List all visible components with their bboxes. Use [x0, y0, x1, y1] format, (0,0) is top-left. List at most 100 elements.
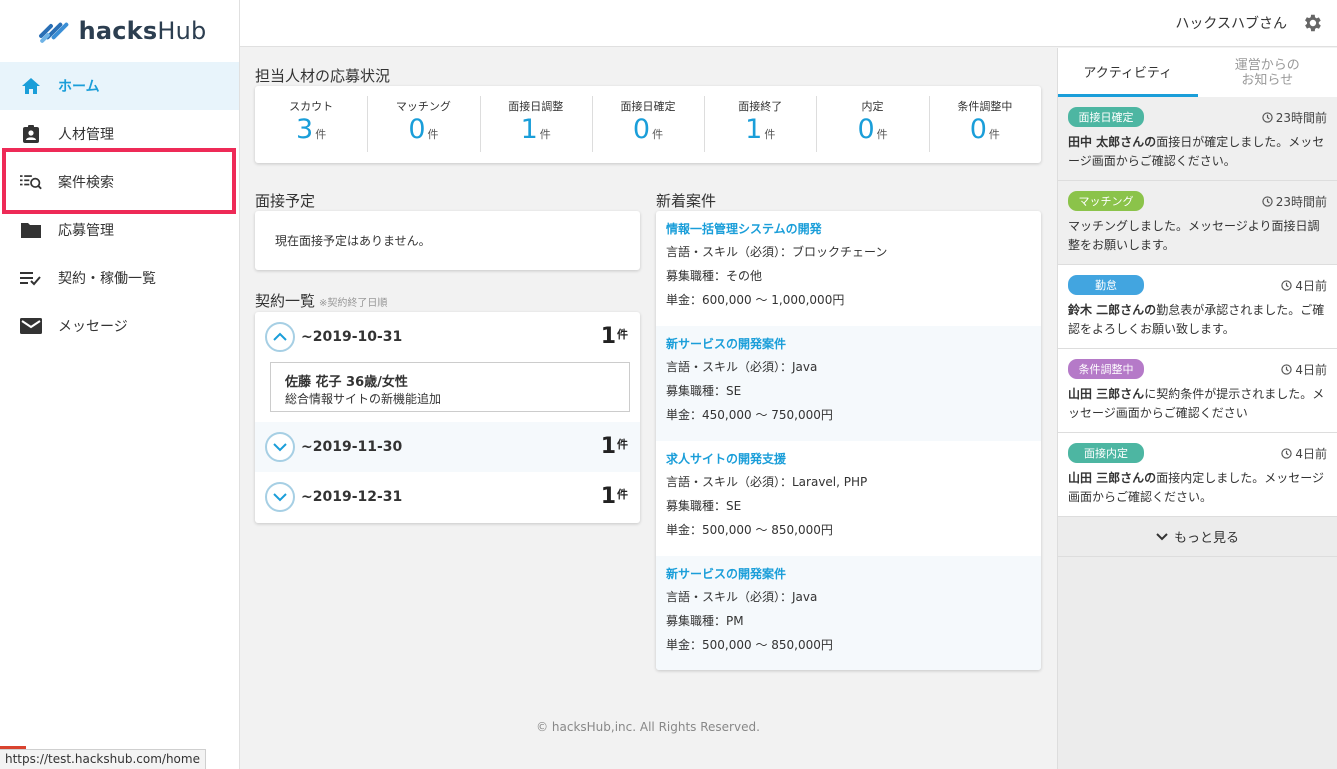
- clock-icon: [1281, 448, 1293, 459]
- status-interview-adjusting[interactable]: 面接日調整 1件: [479, 86, 592, 163]
- home-icon: [20, 75, 42, 97]
- new-cases-section-title: 新着案件: [656, 192, 717, 210]
- case-role: 募集職種：SE: [666, 384, 742, 398]
- contract-count: 1件: [600, 324, 628, 349]
- contract-project: 総合情報サイトの新機能追加: [285, 392, 442, 406]
- status-badge: 面接日確定: [1068, 107, 1144, 127]
- contract-person: 佐藤 花子 36歳/女性: [285, 375, 408, 390]
- activity-text: 田中 太郎さんの面接日が確定しました。メッセージ画面からご確認ください。: [1068, 135, 1325, 168]
- status-matching[interactable]: マッチング 0件: [367, 86, 479, 163]
- chevron-down-icon: [1156, 532, 1168, 540]
- tab-activity[interactable]: アクティビティ: [1058, 48, 1198, 97]
- chevron-down-icon[interactable]: [265, 432, 295, 462]
- case-item[interactable]: 新サービスの開発案件 言語・スキル（必須）：Java 募集職種：SE 単金：45…: [656, 326, 1041, 441]
- mail-icon: [20, 315, 42, 337]
- show-more-button[interactable]: もっと見る: [1058, 517, 1337, 557]
- case-title[interactable]: 新サービスの開発案件: [666, 335, 1031, 352]
- case-skill: 言語・スキル（必須）：Java: [666, 360, 818, 374]
- case-item[interactable]: 情報一括管理システムの開発 言語・スキル（必須）：ブロックチェーン 募集職種：そ…: [656, 211, 1041, 326]
- clock-icon: [1281, 364, 1293, 375]
- status-negotiating[interactable]: 条件調整中 0件: [928, 86, 1041, 163]
- sidebar-item-home[interactable]: ホーム: [0, 62, 239, 110]
- activity-text: マッチングしました。メッセージより面接日調整をお願いします。: [1068, 219, 1320, 252]
- contract-count: 1件: [600, 484, 628, 509]
- contract-date: ~2019-12-31: [301, 489, 403, 505]
- clock-icon: [1262, 112, 1273, 123]
- activity-item[interactable]: 勤怠 4日前 鈴木 二郎さんの勤怠表が承認されました。ご確認をよろしくお願い致し…: [1058, 265, 1337, 349]
- activity-item[interactable]: 条件調整中 4日前 山田 三郎さんに契約条件が提示されました。メッセージ画面から…: [1058, 349, 1337, 433]
- main-content: 担当人材の応募状況 スカウト 3件 マッチング 0件 面接日調整 1件 面接日確…: [240, 48, 1056, 769]
- list-check-icon: [20, 267, 42, 289]
- activity-panel: アクティビティ 運営からの お知らせ 面接日確定 23時間前 田中 太郎さんの面接…: [1057, 48, 1337, 769]
- contract-date: ~2019-11-30: [301, 439, 403, 455]
- sidebar-item-messages[interactable]: メッセージ: [0, 302, 239, 350]
- activity-text: 山田 三郎さんの面接内定しました。メッセージ画面からご確認ください。: [1068, 471, 1324, 504]
- contract-date: ~2019-10-31: [301, 329, 403, 345]
- contracts-card: ~2019-10-31 1件 佐藤 花子 36歳/女性 総合情報サイトの新機能追…: [255, 312, 640, 523]
- case-title[interactable]: 情報一括管理システムの開発: [666, 220, 1031, 237]
- contract-row[interactable]: ~2019-12-31 1件: [255, 472, 640, 522]
- case-price: 単金：500,000 ～ 850,000円: [666, 523, 833, 537]
- sidebar: hacksHub ホーム 人材管理 案件検索 応募管理 契約・稼働一覧 メッセー…: [0, 0, 240, 769]
- case-skill: 言語・スキル（必須）：Java: [666, 590, 818, 604]
- sidebar-item-contracts[interactable]: 契約・稼働一覧: [0, 254, 239, 302]
- logo[interactable]: hacksHub: [0, 0, 239, 62]
- activity-time: 4日前: [1281, 445, 1327, 462]
- sidebar-item-applications[interactable]: 応募管理: [0, 206, 239, 254]
- logo-text: hacksHub: [78, 17, 207, 45]
- activity-item[interactable]: 面接内定 4日前 山田 三郎さんの面接内定しました。メッセージ画面からご確認くだ…: [1058, 433, 1337, 517]
- status-interview-done[interactable]: 面接終了 1件: [704, 86, 816, 163]
- header: ハックスハブさん: [240, 0, 1337, 47]
- activity-item[interactable]: 面接日確定 23時間前 田中 太郎さんの面接日が確定しました。メッセージ画面から…: [1058, 97, 1337, 181]
- badge-person-icon: [20, 123, 42, 145]
- interview-section-title: 面接予定: [255, 192, 316, 210]
- status-badge: 面接内定: [1068, 443, 1144, 463]
- interview-card: 現在面接予定はありません。: [255, 211, 640, 270]
- chevron-down-icon[interactable]: [265, 482, 295, 512]
- footer-copyright: © hacksHub,inc. All Rights Reserved.: [536, 720, 760, 734]
- new-cases-card: 情報一括管理システムの開発 言語・スキル（必須）：ブロックチェーン 募集職種：そ…: [656, 211, 1041, 670]
- sidebar-item-label: 応募管理: [58, 223, 114, 239]
- contract-count: 1件: [600, 434, 628, 459]
- contract-row[interactable]: ~2019-10-31 1件: [255, 312, 640, 362]
- case-price: 単金：500,000 ～ 850,000円: [666, 638, 833, 652]
- clock-icon: [1281, 280, 1293, 291]
- user-name[interactable]: ハックスハブさん: [1175, 13, 1287, 33]
- status-badge: 条件調整中: [1068, 359, 1144, 379]
- case-title[interactable]: 新サービスの開発案件: [666, 565, 1031, 582]
- case-price: 単金：600,000 ～ 1,000,000円: [666, 293, 845, 307]
- case-item[interactable]: 新サービスの開発案件 言語・スキル（必須）：Java 募集職種：PM 単金：50…: [656, 556, 1041, 670]
- contract-detail[interactable]: 佐藤 花子 36歳/女性 総合情報サイトの新機能追加: [270, 362, 630, 412]
- case-item[interactable]: 求人サイトの開発支援 言語・スキル（必須）：Laravel, PHP 募集職種：…: [656, 441, 1041, 556]
- tab-notices[interactable]: 運営からの お知らせ: [1198, 48, 1337, 97]
- panel-tabs: アクティビティ 運営からの お知らせ: [1058, 48, 1337, 97]
- logo-mark-icon: [37, 16, 71, 46]
- case-role: 募集職種：PM: [666, 614, 744, 628]
- status-interview-confirmed[interactable]: 面接日確定 0件: [591, 86, 704, 163]
- status-badge: マッチング: [1068, 191, 1144, 211]
- clock-icon: [1262, 196, 1273, 207]
- gear-icon[interactable]: [1301, 12, 1323, 34]
- activity-time: 23時間前: [1262, 193, 1327, 210]
- status-offer[interactable]: 内定 0件: [816, 86, 928, 163]
- activity-time: 4日前: [1281, 277, 1327, 294]
- status-scout[interactable]: スカウト 3件: [255, 86, 367, 163]
- sidebar-item-label: メッセージ: [58, 319, 128, 335]
- activity-item[interactable]: マッチング 23時間前 マッチングしました。メッセージより面接日調整をお願いしま…: [1058, 181, 1337, 265]
- sidebar-item-case-search[interactable]: 案件検索: [0, 158, 239, 206]
- case-role: 募集職種：SE: [666, 499, 742, 513]
- status-badge: 勤怠: [1068, 275, 1144, 295]
- sidebar-item-talent[interactable]: 人材管理: [0, 110, 239, 158]
- chevron-up-icon[interactable]: [265, 322, 295, 352]
- status-bar-url: https://test.hackshub.com/home: [0, 749, 206, 769]
- folder-icon: [20, 219, 42, 241]
- status-card: スカウト 3件 マッチング 0件 面接日調整 1件 面接日確定 0件 面接終了 …: [255, 86, 1041, 163]
- contract-row[interactable]: ~2019-11-30 1件: [255, 422, 640, 472]
- sidebar-item-label: 契約・稼働一覧: [58, 271, 156, 287]
- case-role: 募集職種：その他: [666, 269, 763, 283]
- status-section-title: 担当人材の応募状況: [255, 67, 391, 85]
- sidebar-item-label: ホーム: [58, 79, 100, 95]
- interview-empty-text: 現在面接予定はありません。: [275, 234, 431, 248]
- list-search-icon: [20, 171, 42, 193]
- case-title[interactable]: 求人サイトの開発支援: [666, 450, 1031, 467]
